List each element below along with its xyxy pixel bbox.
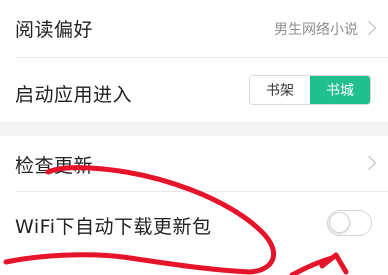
check-update-title: 检查更新 (15, 155, 94, 177)
segment-bookstore-button[interactable]: 书城 (310, 76, 370, 104)
wifi-auto-download-row: WiFi下自动下载更新包 (0, 192, 388, 275)
startup-entry-segmented-control: 书架 书城 (249, 75, 371, 105)
segment-bookshelf-button[interactable]: 书架 (250, 76, 310, 104)
reading-preference-value: 男生网络小说 (274, 22, 358, 38)
settings-screen: 阅读偏好 男生网络小说 启动应用进入 书架 书城 检查更新 WiFi下自动下载更… (0, 0, 388, 275)
chevron-right-icon (361, 20, 377, 36)
check-update-row[interactable]: 检查更新 (0, 136, 388, 191)
section-gap (0, 122, 388, 136)
wifi-auto-download-toggle[interactable] (327, 210, 372, 236)
toggle-knob (329, 212, 350, 233)
chevron-right-icon (361, 155, 377, 171)
reading-preference-title: 阅读偏好 (15, 19, 94, 41)
reading-preference-row[interactable]: 阅读偏好 男生网络小说 (0, 0, 388, 56)
wifi-auto-download-title: WiFi下自动下载更新包 (15, 216, 212, 238)
startup-entry-title: 启动应用进入 (15, 84, 133, 106)
